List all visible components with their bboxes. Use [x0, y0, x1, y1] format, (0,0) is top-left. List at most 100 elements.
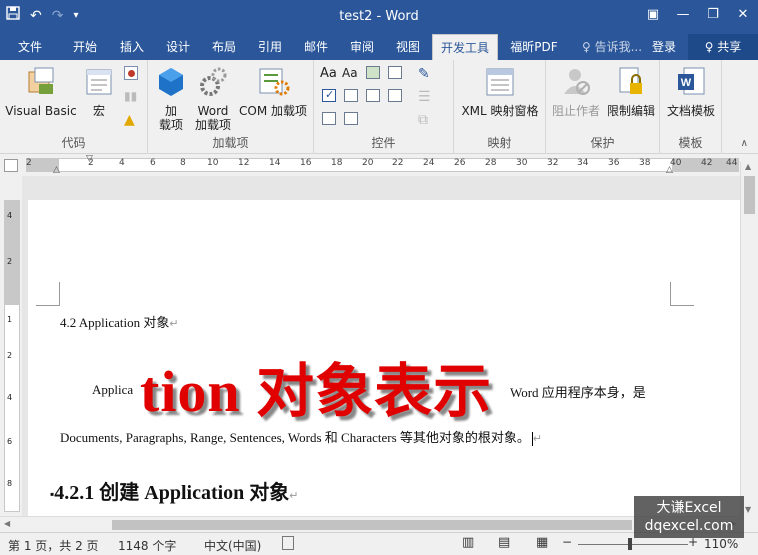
watermark-line2: dqexcel.com: [644, 518, 734, 534]
xml-mapping-pane-button[interactable]: XML 映射窗格: [456, 66, 544, 118]
rich-text-control[interactable]: Aa: [320, 66, 337, 81]
ruler-tick: 26: [454, 158, 466, 168]
tab-references[interactable]: 引用: [248, 34, 292, 60]
paragraph-mark: ↵: [289, 490, 299, 502]
ruler-numbers: 2 2 4 6 8 10 12 14 16 18 20 22 24 26 28 …: [26, 157, 739, 171]
paragraph-mark: ↵: [532, 433, 543, 445]
ruler-tick: 32: [547, 158, 559, 168]
scroll-down-icon[interactable]: ▼: [745, 505, 751, 514]
combo-box-icon[interactable]: [344, 89, 358, 102]
properties-icon: ☰: [418, 89, 431, 105]
heading-4-2[interactable]: 4.2 Application 对象↵: [60, 312, 179, 331]
macro-recording-icon[interactable]: [282, 536, 294, 550]
zoom-level[interactable]: 110%: [704, 537, 738, 551]
tell-me-search[interactable]: ♀ 告诉我...: [582, 34, 642, 60]
word-document-icon: W: [678, 67, 705, 95]
legacy-tools-icon[interactable]: [344, 112, 358, 125]
scroll-up-icon[interactable]: ▲: [745, 162, 751, 171]
vruler-tick: 1: [7, 315, 13, 324]
svg-text:W: W: [681, 77, 692, 89]
tab-file[interactable]: 文件: [8, 34, 52, 60]
word-addins-label-line2: 加载项: [194, 118, 231, 132]
tab-review[interactable]: 审阅: [340, 34, 384, 60]
horizontal-scrollbar[interactable]: ◀ ▶: [0, 516, 740, 532]
para-prefix[interactable]: Applica: [92, 382, 133, 398]
title-bar: ↶ ↷ ▾ test2 - Word ▣ — ❐ ✕: [0, 0, 758, 34]
tab-home[interactable]: 开始: [62, 34, 108, 60]
ruler-tick: 34: [577, 158, 589, 168]
record-macro-icon[interactable]: [124, 66, 138, 80]
checkbox-control-icon[interactable]: ✓: [322, 88, 336, 102]
drop-down-list-icon[interactable]: [366, 89, 380, 102]
document-template-label: 文档模板: [666, 104, 715, 118]
group-templates: W 文档模板 模板: [660, 60, 722, 154]
picture-control-icon[interactable]: [366, 66, 380, 79]
share-button[interactable]: ♀ 共享: [688, 34, 758, 60]
ruler-tick: 38: [639, 158, 651, 168]
read-mode-icon[interactable]: ▥: [462, 535, 474, 550]
language-indicator[interactable]: 中文(中国): [204, 537, 261, 554]
macro-security-icon[interactable]: ▲: [124, 112, 135, 128]
para-line-2[interactable]: Documents, Paragraphs, Range, Sentences,…: [60, 427, 543, 447]
left-indent-marker[interactable]: △: [53, 165, 60, 175]
tab-mailings[interactable]: 邮件: [294, 34, 338, 60]
heading-4-2-1-text: 4.2.1 创建 Application 对象: [54, 482, 290, 504]
window-controls: ▣ — ❐ ✕: [638, 4, 758, 26]
tab-layout[interactable]: 布局: [202, 34, 246, 60]
design-mode-icon[interactable]: ✎: [418, 66, 430, 82]
restore-button[interactable]: ❐: [698, 4, 728, 26]
scroll-left-icon[interactable]: ◀: [4, 519, 10, 528]
repeating-section-icon[interactable]: [322, 112, 336, 125]
zoom-slider[interactable]: [578, 544, 688, 545]
minimize-button[interactable]: —: [668, 4, 698, 26]
zoom-out-icon[interactable]: −: [562, 535, 572, 549]
date-picker-icon[interactable]: [388, 89, 402, 102]
plain-text-control[interactable]: Aa: [342, 66, 358, 80]
vruler-tick: 4: [7, 393, 13, 402]
document-template-button[interactable]: W 文档模板: [662, 66, 720, 118]
visual-basic-button[interactable]: Visual Basic: [4, 66, 78, 118]
ruler-tick: 2: [26, 158, 32, 168]
group-controls-label: 控件: [371, 136, 396, 150]
com-addins-button[interactable]: COM 加载项: [236, 66, 310, 118]
group-addins: 加 载项 Word 加载项 COM 加载项 加载项: [148, 60, 314, 154]
word-addins-button[interactable]: Word 加载项: [192, 66, 234, 132]
vruler-tick: 2: [7, 351, 13, 360]
tab-selector-icon[interactable]: [4, 159, 18, 172]
paragraph-mark: ↵: [169, 318, 179, 330]
tab-developer[interactable]: 开发工具: [432, 34, 498, 60]
page-count[interactable]: 第 1 页，共 2 页: [8, 537, 99, 554]
collapse-ribbon-icon[interactable]: ∧: [741, 138, 748, 149]
ribbon: Visual Basic 宏 ▮▮ ▲ 代码 加 载项 Word 加载项 COM…: [0, 60, 758, 154]
large-red-text[interactable]: tion 对象表示: [140, 344, 492, 428]
print-layout-icon[interactable]: ▤: [498, 535, 510, 550]
pause-recording-icon: ▮▮: [124, 89, 138, 103]
para-suffix[interactable]: Word 应用程序本身，是: [510, 382, 646, 401]
tab-insert[interactable]: 插入: [110, 34, 154, 60]
ruler-tick: 20: [362, 158, 374, 168]
tab-view[interactable]: 视图: [386, 34, 430, 60]
web-layout-icon[interactable]: ▦: [536, 535, 548, 550]
vertical-scroll-thumb[interactable]: [744, 176, 755, 214]
building-block-icon[interactable]: [388, 66, 402, 79]
ribbon-display-options-icon[interactable]: ▣: [638, 4, 668, 26]
right-indent-marker[interactable]: △: [666, 165, 673, 175]
macros-button[interactable]: 宏: [82, 66, 116, 118]
restrict-editing-label: 限制编辑: [606, 104, 655, 118]
vertical-scrollbar[interactable]: ▲ ▼: [740, 162, 758, 516]
heading-4-2-1[interactable]: ▪4.2.1 创建 Application 对象↵: [50, 476, 299, 505]
tab-foxit-pdf[interactable]: 福昕PDF: [502, 34, 566, 60]
tab-design[interactable]: 设计: [156, 34, 200, 60]
addins-button[interactable]: 加 载项: [154, 66, 188, 132]
ruler-tick: 16: [300, 158, 312, 168]
ruler-tick: 18: [331, 158, 343, 168]
first-line-indent-marker[interactable]: ▽: [86, 154, 93, 164]
close-button[interactable]: ✕: [728, 4, 758, 26]
horizontal-scroll-thumb[interactable]: [112, 520, 632, 530]
zoom-slider-thumb[interactable]: [628, 538, 632, 550]
restrict-editing-button[interactable]: 限制编辑: [604, 66, 658, 118]
login-link[interactable]: 登录: [652, 34, 676, 60]
word-count[interactable]: 1148 个字: [118, 537, 176, 554]
visual-basic-label: Visual Basic: [5, 104, 77, 118]
document-page[interactable]: 4.2 Application 对象↵ Applica tion 对象表示 Wo…: [28, 200, 740, 516]
